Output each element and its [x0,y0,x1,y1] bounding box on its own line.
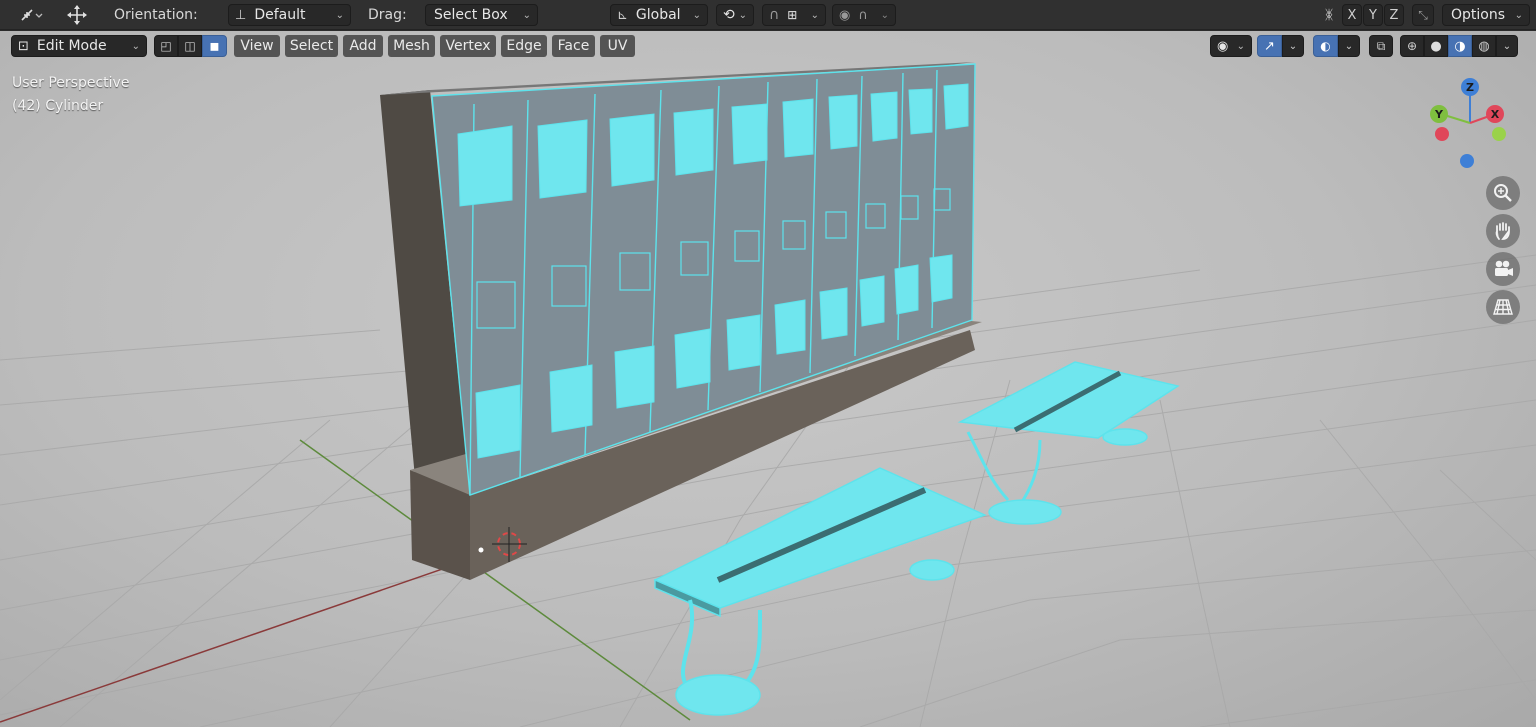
auto-merge-icon[interactable]: ⤡ [1412,4,1434,26]
chevron-down-icon: ⌄ [1236,40,1245,52]
mirror-y-label: Y [1369,7,1377,23]
gizmo-neg-y-axis[interactable] [1435,127,1449,141]
visibility-dropdown[interactable]: ◉ ⌄ [1210,35,1252,57]
proportional-edit-group[interactable]: ◉ ∩ ⌄ [832,4,896,26]
menu-uv[interactable]: UV [600,35,635,57]
hand-pan-icon[interactable] [1486,214,1520,248]
global-axes-icon: ⊾ [617,7,628,23]
options-dropdown[interactable]: Options ⌄ [1442,4,1530,26]
chevron-down-icon[interactable]: ⌄ [1338,35,1360,57]
snap-group[interactable]: ∩ ⊞ ⌄ [762,4,826,26]
gizmo-y-label: Y [1435,107,1443,121]
mirror-butterfly-icon[interactable]: ᛤ [1318,4,1340,26]
mirror-z-label: Z [1389,7,1399,23]
drag-label: Drag: [368,7,407,23]
menu-edge[interactable]: Edge [501,35,547,57]
3d-viewport[interactable]: User Perspective (42) Cylinder Z Y X [0,31,1536,727]
eye-icon: ◉ [1217,38,1229,54]
gizmo-neg-z-axis[interactable] [1460,154,1474,168]
rendered-shading-icon[interactable]: ◍ [1472,35,1496,57]
select-mode-group: ◰ ◫ ◼ [154,35,227,57]
mirror-z-toggle[interactable]: Z [1384,4,1404,26]
chevron-down-icon[interactable]: ⌄ [1496,35,1518,57]
chevron-down-icon: ⌄ [1514,9,1523,21]
gizmo-toggle-icon[interactable]: ↗ [1257,35,1282,57]
shading-group: ⊕ ● ◑ ◍ ⌄ [1400,35,1518,57]
orientation-label: Orientation: [114,7,198,23]
chevron-down-icon: ⌄ [738,9,747,21]
menu-select[interactable]: Select [285,35,338,57]
transform-space-value: Global [635,7,681,23]
chevron-down-icon: ⌄ [522,9,531,21]
zoom-icon[interactable] [1486,176,1520,210]
bench-left [653,467,987,716]
transform-gizmo-icon[interactable] [12,4,50,26]
edit-mode-icon: ⊡ [18,38,29,54]
active-object-label: (42) Cylinder [12,98,104,114]
pivot-dropdown[interactable]: ⟲ ⌄ [716,4,754,26]
transform-orientation-dropdown[interactable]: ⊾ Global ⌄ [610,4,708,26]
mode-dropdown[interactable]: ⊡ Edit Mode ⌄ [11,35,147,57]
overlay-toggle-group: ◐ ⌄ [1313,35,1360,57]
navigation-gizmo[interactable]: Z Y X [1420,75,1520,175]
material-preview-icon[interactable]: ◑ [1448,35,1472,57]
gizmo-z-label: Z [1466,80,1474,94]
proportional-edit-icon[interactable]: ◉ [839,8,850,23]
gizmo-x-axis[interactable]: X [1486,105,1504,123]
camera-icon[interactable] [1486,252,1520,286]
falloff-curve-icon[interactable]: ∩ [858,8,868,23]
wireframe-shading-icon[interactable]: ⊕ [1400,35,1424,57]
face-select-icon[interactable]: ◼ [202,35,227,57]
snap-magnet-icon[interactable]: ∩ [769,7,779,23]
viewport-header: ⊡ Edit Mode ⌄ ◰ ◫ ◼ View Select Add Mesh… [0,31,1536,61]
menu-add[interactable]: Add [343,35,383,57]
orientation-dropdown[interactable]: ⊥ Default ⌄ [228,4,351,26]
drag-dropdown[interactable]: Select Box ⌄ [425,4,538,26]
chevron-down-icon: ⌄ [131,40,140,52]
menu-view[interactable]: View [234,35,280,57]
perspective-label: User Perspective [12,75,130,91]
menu-mesh[interactable]: Mesh [388,35,435,57]
scene-canvas [0,62,1536,727]
chevron-down-icon: ⌄ [810,9,819,21]
gizmo-z-axis[interactable]: Z [1461,78,1479,96]
pivot-icon: ⟲ [723,7,735,23]
gizmo-toggle-group: ↗ ⌄ [1257,35,1304,57]
chevron-down-icon: ⌄ [335,9,344,21]
overlays-icon[interactable]: ◐ [1313,35,1338,57]
menu-vertex[interactable]: Vertex [440,35,496,57]
chevron-down-icon[interactable]: ⌄ [1282,35,1304,57]
chevron-down-icon: ⌄ [692,9,701,21]
mirror-y-toggle[interactable]: Y [1363,4,1383,26]
gizmo-x-label: X [1490,107,1500,121]
vertex-select-icon[interactable]: ◰ [154,35,178,57]
x-axis-line [0,545,510,723]
edge-select-icon[interactable]: ◫ [178,35,202,57]
orientation-value: Default [254,7,306,23]
drag-value: Select Box [434,7,508,23]
orientation-icon: ⊥ [235,7,247,23]
gizmo-y-axis[interactable]: Y [1430,105,1448,123]
xray-toggle-icon[interactable]: ⧉ [1369,35,1393,57]
perspective-grid-icon[interactable] [1486,290,1520,324]
tool-settings-bar: Orientation: ⊥ Default ⌄ Drag: Select Bo… [0,0,1536,30]
options-label: Options [1451,7,1506,23]
mirror-x-label: X [1347,7,1357,23]
chevron-down-icon: ⌄ [880,9,889,21]
solid-shading-icon[interactable]: ● [1424,35,1448,57]
menu-face[interactable]: Face [552,35,595,57]
mirror-x-toggle[interactable]: X [1342,4,1362,26]
gizmo-neg-x-axis[interactable] [1492,127,1506,141]
snap-increment-icon[interactable]: ⊞ [787,8,797,22]
move-arrows-icon[interactable] [60,4,94,26]
mode-value: Edit Mode [36,38,107,54]
